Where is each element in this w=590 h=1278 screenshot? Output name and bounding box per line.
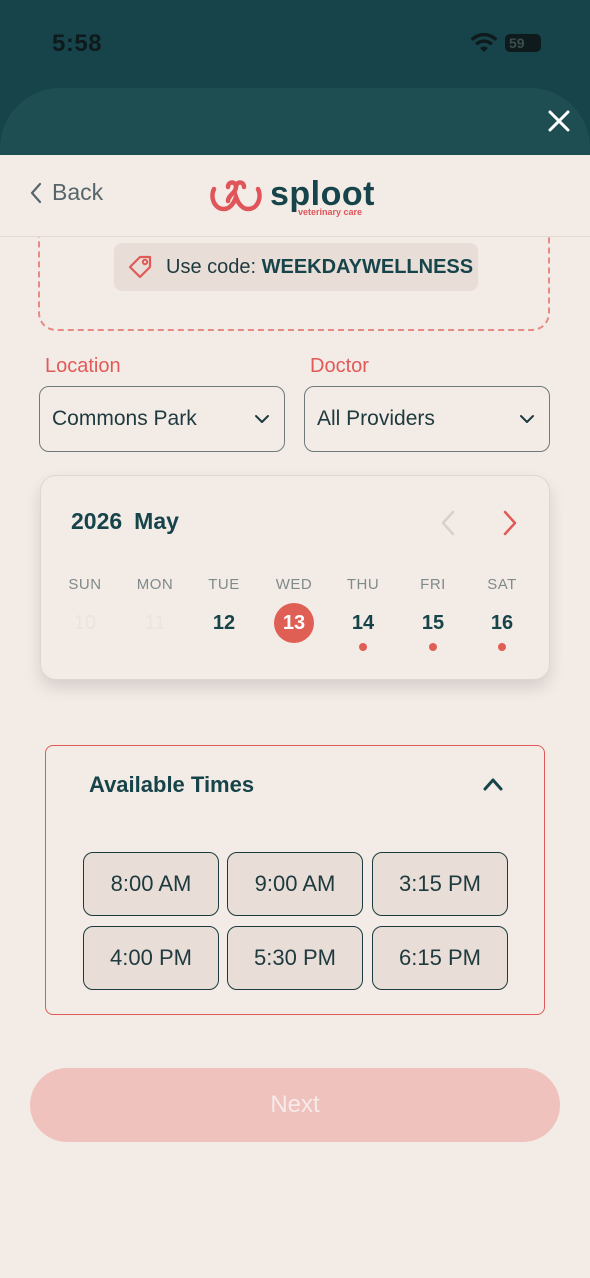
calendar-day[interactable]: TUE 12 (196, 576, 252, 643)
day-name: MON (136, 576, 174, 593)
back-label: Back (52, 179, 104, 205)
doctor-label: Doctor (310, 355, 369, 377)
logo-subtitle: veterinary care (298, 207, 363, 217)
day-number: 11 (144, 612, 166, 634)
day-name: SUN (68, 576, 102, 593)
calendar-day[interactable]: WED 13 (266, 576, 322, 643)
next-button[interactable]: Next (30, 1068, 560, 1142)
promo-prefix: Use code: (166, 255, 262, 278)
chevron-right-icon[interactable] (497, 508, 521, 538)
calendar-day: SUN 10 (57, 576, 113, 643)
location-label: Location (45, 355, 121, 377)
chevron-left-icon[interactable] (437, 508, 461, 538)
day-number: 10 (73, 612, 97, 634)
availability-dot (498, 643, 506, 651)
day-number: 14 (351, 612, 375, 634)
close-icon (548, 110, 570, 132)
day-number: 15 (421, 612, 445, 634)
day-name: THU (346, 576, 380, 593)
calendar-day: MON 11 (127, 576, 183, 643)
doctor-value: All Providers (317, 407, 435, 430)
day-name: FRI (420, 576, 446, 593)
available-times-title: Available Times (89, 772, 255, 797)
promo-text: Use code: WEEKDAYWELLNESS (166, 256, 473, 279)
time-slot-button[interactable]: 3:15 PM (372, 852, 508, 916)
location-select[interactable]: Commons Park (39, 386, 285, 452)
availability-dot (359, 643, 367, 651)
location-value: Commons Park (52, 407, 197, 430)
wifi-icon (470, 32, 498, 52)
sploot-logo: sploot veterinary care (208, 173, 388, 219)
promo-code: WEEKDAYWELLNESS (261, 255, 474, 278)
calendar-title: 2026 May (71, 508, 179, 535)
calendar-month: May (134, 508, 179, 534)
promo-box: Use code: WEEKDAYWELLNESS (38, 227, 550, 331)
calendar-day[interactable]: SAT 16 (474, 576, 530, 651)
calendar-day[interactable]: FRI 15 (405, 576, 461, 651)
status-bar: 5:58 59 (0, 0, 590, 88)
time-slot-button[interactable]: 8:00 AM (83, 852, 219, 916)
close-button[interactable] (540, 102, 578, 140)
battery-level: 59 (509, 35, 525, 51)
chevron-down-icon (255, 415, 269, 423)
time-slot-button[interactable]: 5:30 PM (227, 926, 363, 990)
time-slot-button[interactable]: 6:15 PM (372, 926, 508, 990)
booking-page: Use code: WEEKDAYWELLNESS Back sploot ve… (0, 155, 590, 1278)
available-times-panel: Available Times 8:00 AM 9:00 AM 3:15 PM 4:0… (45, 745, 545, 1015)
chevron-up-icon[interactable] (482, 776, 504, 792)
chevron-down-icon (520, 415, 534, 423)
day-name: SAT (487, 576, 517, 593)
back-button[interactable]: Back (30, 179, 103, 206)
status-time: 5:58 (52, 30, 103, 57)
promo-chip: Use code: WEEKDAYWELLNESS (114, 243, 478, 291)
chevron-left-icon (30, 182, 42, 203)
header: Back sploot veterinary care (0, 155, 590, 237)
tag-icon (128, 255, 152, 279)
day-number: 12 (212, 612, 236, 634)
day-name: TUE (208, 576, 240, 593)
day-name: WED (275, 576, 313, 593)
day-number: 16 (490, 612, 514, 634)
day-number: 13 (274, 603, 314, 643)
logo-mark-icon (210, 180, 262, 212)
calendar-year: 2026 (71, 508, 123, 534)
time-slot-button[interactable]: 9:00 AM (227, 852, 363, 916)
availability-dot (429, 643, 437, 651)
doctor-select[interactable]: All Providers (304, 386, 550, 452)
time-slot-button[interactable]: 4:00 PM (83, 926, 219, 990)
calendar: 2026 May SUN 10 MON 11 TUE 12 WED 13 THU 14 FRI 15 SA… (40, 475, 550, 680)
battery-icon: 59 (505, 34, 541, 52)
calendar-day[interactable]: THU 14 (335, 576, 391, 651)
